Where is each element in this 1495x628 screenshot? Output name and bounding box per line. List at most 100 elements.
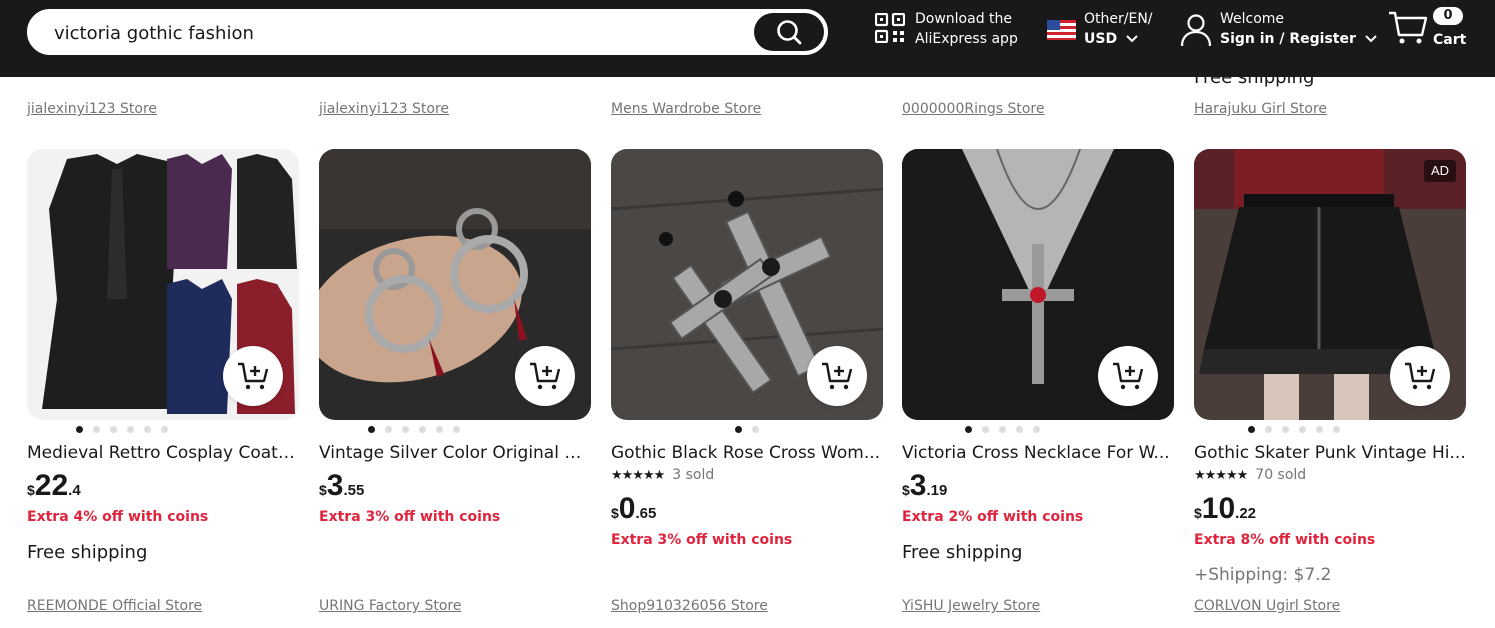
carousel-dot[interactable] bbox=[964, 426, 972, 433]
price-decimal: .4 bbox=[68, 482, 81, 499]
carousel-dot[interactable] bbox=[1333, 426, 1340, 433]
price-currency: $ bbox=[611, 505, 619, 521]
store-link[interactable]: URING Factory Store bbox=[319, 598, 461, 614]
carousel-dot[interactable] bbox=[368, 426, 375, 433]
carousel-dot[interactable] bbox=[1032, 426, 1040, 433]
image-carousel-dots[interactable] bbox=[611, 426, 883, 434]
carousel-dot[interactable] bbox=[76, 426, 83, 433]
add-to-cart-button[interactable] bbox=[1098, 346, 1158, 406]
price-integer: 10 bbox=[1201, 492, 1236, 525]
sold-count: 3 sold bbox=[672, 467, 715, 483]
product-card[interactable]: AD Gothic Skater Punk Vintage Hi... ★★★★… bbox=[1194, 149, 1466, 619]
carousel-dot[interactable] bbox=[735, 426, 742, 433]
carousel-dot[interactable] bbox=[1265, 426, 1272, 433]
price-integer: 22 bbox=[34, 469, 69, 502]
welcome-label: Welcome bbox=[1220, 11, 1285, 27]
carousel-dot[interactable] bbox=[402, 426, 409, 433]
carousel-dot[interactable] bbox=[127, 426, 134, 433]
store-link[interactable]: Mens Wardrobe Store bbox=[611, 101, 761, 117]
image-carousel-dots[interactable] bbox=[319, 426, 509, 434]
coins-discount: Extra 2% off with coins bbox=[902, 509, 1084, 525]
top-header: Download the AliExpress app Other/EN/ US… bbox=[0, 0, 1495, 77]
add-to-cart-button[interactable] bbox=[223, 346, 283, 406]
product-image[interactable]: AD bbox=[1194, 149, 1466, 420]
ad-badge: AD bbox=[1424, 160, 1456, 182]
carousel-dot[interactable] bbox=[981, 426, 989, 433]
store-link[interactable]: jialexinyi123 Store bbox=[27, 101, 157, 117]
product-title[interactable]: Victoria Cross Necklace For W... bbox=[902, 441, 1174, 465]
image-carousel-dots[interactable] bbox=[27, 426, 217, 434]
product-image[interactable] bbox=[319, 149, 591, 420]
sold-count: 70 sold bbox=[1255, 467, 1307, 483]
product-card[interactable]: Vintage Silver Color Original D... $3.55… bbox=[319, 149, 591, 619]
carousel-dot[interactable] bbox=[144, 426, 151, 433]
coins-discount: Extra 3% off with coins bbox=[319, 509, 501, 525]
product-rating: ★★★★★ 3 sold bbox=[611, 467, 714, 483]
store-link[interactable]: YiSHU Jewelry Store bbox=[902, 598, 1040, 614]
carousel-dot[interactable] bbox=[752, 426, 759, 433]
coins-discount: Extra 8% off with coins bbox=[1194, 532, 1376, 548]
product-image[interactable] bbox=[902, 149, 1174, 420]
download-app-line1: Download the bbox=[915, 11, 1013, 27]
sign-in-register-link[interactable]: Sign in / Register bbox=[1220, 31, 1356, 47]
chevron-down-icon bbox=[1365, 35, 1377, 43]
locale-selector[interactable]: Other/EN/ USD bbox=[1047, 9, 1153, 49]
image-carousel-dots[interactable] bbox=[902, 426, 1102, 434]
image-carousel-dots[interactable] bbox=[1194, 426, 1394, 434]
carousel-dot[interactable] bbox=[161, 426, 168, 433]
carousel-dot[interactable] bbox=[1316, 426, 1323, 433]
add-to-cart-icon bbox=[238, 362, 269, 390]
carousel-dot[interactable] bbox=[453, 426, 460, 433]
product-card[interactable]: Gothic Black Rose Cross Wom... ★★★★★ 3 s… bbox=[611, 149, 883, 619]
add-to-cart-icon bbox=[822, 362, 853, 390]
store-link[interactable]: Harajuku Girl Store bbox=[1194, 101, 1327, 117]
carousel-dot[interactable] bbox=[1248, 426, 1255, 433]
product-price: $10.22 bbox=[1194, 492, 1256, 526]
search-input[interactable] bbox=[54, 21, 744, 45]
product-title[interactable]: Medieval Rettro Cosplay Coat J... bbox=[27, 441, 299, 465]
cart-icon bbox=[1389, 11, 1428, 44]
cart-button[interactable]: 0 Cart bbox=[1388, 7, 1466, 48]
product-title[interactable]: Gothic Skater Punk Vintage Hi... bbox=[1194, 441, 1466, 465]
product-price: $3.55 bbox=[319, 469, 364, 503]
search-icon bbox=[777, 20, 802, 45]
carousel-dot[interactable] bbox=[419, 426, 426, 433]
cart-label: Cart bbox=[1433, 32, 1467, 48]
add-to-cart-button[interactable] bbox=[1390, 346, 1450, 406]
account-menu[interactable]: Welcome Sign in / Register bbox=[1180, 9, 1385, 49]
carousel-dot[interactable] bbox=[1015, 426, 1023, 433]
carousel-dot[interactable] bbox=[110, 426, 117, 433]
price-decimal: .22 bbox=[1235, 505, 1257, 522]
product-image[interactable] bbox=[611, 149, 883, 420]
product-card[interactable]: Medieval Rettro Cosplay Coat J... $22.4 … bbox=[27, 149, 299, 619]
add-to-cart-icon bbox=[1405, 362, 1436, 390]
add-to-cart-icon bbox=[1113, 362, 1144, 390]
carousel-dot[interactable] bbox=[93, 426, 100, 433]
store-link[interactable]: Shop910326056 Store bbox=[611, 598, 768, 614]
shipping-info: Free shipping bbox=[902, 542, 1023, 563]
download-app-link[interactable]: Download the AliExpress app bbox=[875, 9, 1018, 49]
carousel-dot[interactable] bbox=[1282, 426, 1289, 433]
product-image[interactable] bbox=[27, 149, 299, 420]
store-link[interactable]: 0000000Rings Store bbox=[902, 101, 1044, 117]
add-to-cart-button[interactable] bbox=[515, 346, 575, 406]
product-price: $22.4 bbox=[27, 469, 81, 503]
price-integer: 3 bbox=[326, 469, 344, 502]
carousel-dot[interactable] bbox=[436, 426, 443, 433]
add-to-cart-button[interactable] bbox=[807, 346, 867, 406]
product-title[interactable]: Vintage Silver Color Original D... bbox=[319, 441, 591, 465]
carousel-dot[interactable] bbox=[385, 426, 392, 433]
search-button[interactable] bbox=[754, 13, 824, 51]
us-flag-icon bbox=[1047, 20, 1076, 40]
product-card[interactable]: Victoria Cross Necklace For W... $3.19 E… bbox=[902, 149, 1174, 619]
download-app-line2: AliExpress app bbox=[915, 31, 1018, 47]
store-link[interactable]: jialexinyi123 Store bbox=[319, 101, 449, 117]
shipping-info: +Shipping: $7.2 bbox=[1194, 565, 1332, 585]
carousel-dot[interactable] bbox=[998, 426, 1006, 433]
store-link[interactable]: CORLVON Ugirl Store bbox=[1194, 598, 1340, 614]
product-title[interactable]: Gothic Black Rose Cross Wom... bbox=[611, 441, 883, 465]
carousel-dot[interactable] bbox=[1299, 426, 1306, 433]
store-link[interactable]: REEMONDE Official Store bbox=[27, 598, 202, 614]
locale-line1: Other/EN/ bbox=[1084, 11, 1153, 27]
rating-stars: ★★★★★ bbox=[611, 467, 665, 483]
